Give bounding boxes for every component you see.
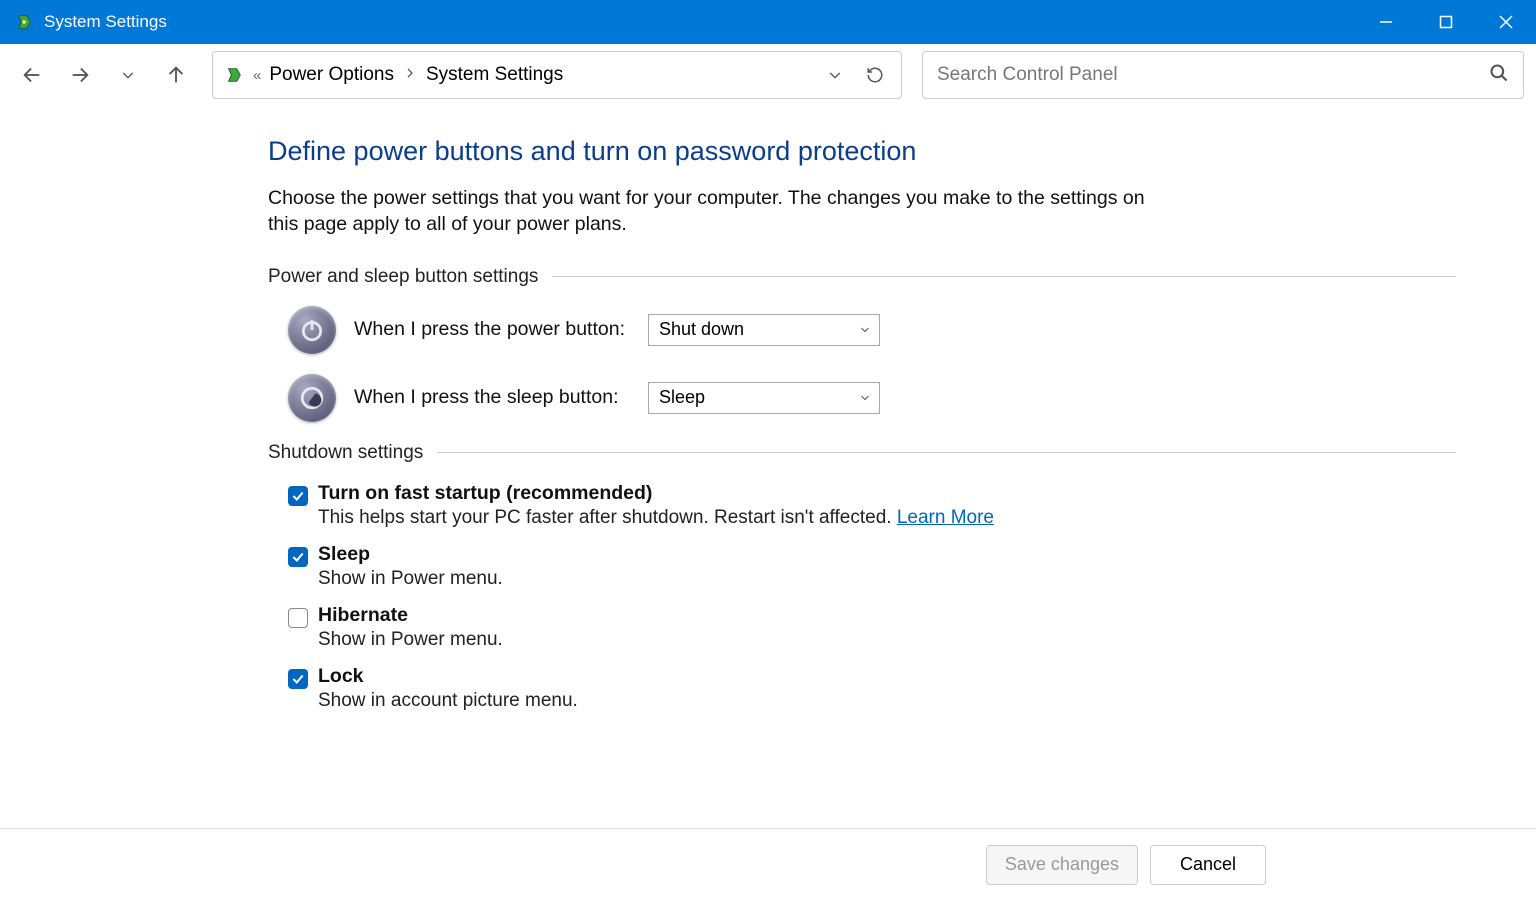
checkbox-content: LockShow in account picture menu. [318, 665, 578, 712]
window-title: System Settings [44, 12, 167, 32]
breadcrumb-current[interactable]: System Settings [426, 64, 563, 86]
section-header-buttons-label: Power and sleep button settings [268, 266, 552, 288]
page-title: Define power buttons and turn on passwor… [268, 136, 1456, 167]
footer: Save changes Cancel [0, 828, 1536, 900]
address-bar[interactable]: « Power Options System Settings [212, 51, 902, 99]
checkbox-description-text: Show in Power menu. [318, 629, 503, 650]
checkbox-content: SleepShow in Power menu. [318, 543, 503, 590]
checkbox-title: Hibernate [318, 604, 503, 627]
back-button[interactable] [12, 55, 52, 95]
refresh-button[interactable] [859, 59, 891, 91]
power-button-dropdown[interactable]: Shut down [648, 314, 880, 346]
shutdown-item: Turn on fast startup (recommended)This h… [288, 482, 1456, 529]
sleep-button-label: When I press the sleep button: [354, 386, 630, 409]
shutdown-item: SleepShow in Power menu. [288, 543, 1456, 590]
checkbox-description-text: Show in account picture menu. [318, 690, 578, 711]
shutdown-item: LockShow in account picture menu. [288, 665, 1456, 712]
address-history-button[interactable] [819, 59, 851, 91]
checkbox-description-text: Show in Power menu. [318, 568, 503, 589]
power-button-label: When I press the power button: [354, 318, 630, 341]
up-button[interactable] [156, 55, 196, 95]
checkbox[interactable] [288, 547, 308, 567]
nav-row: « Power Options System Settings [0, 44, 1536, 106]
checkbox-description: Show in account picture menu. [318, 690, 578, 712]
checkbox-description-text: This helps start your PC faster after sh… [318, 507, 897, 528]
recent-locations-button[interactable] [108, 55, 148, 95]
shutdown-item: HibernateShow in Power menu. [288, 604, 1456, 651]
breadcrumb-parent[interactable]: Power Options [269, 64, 394, 86]
content-area: Define power buttons and turn on passwor… [0, 106, 1536, 828]
checkbox-title: Lock [318, 665, 578, 688]
save-changes-button[interactable]: Save changes [986, 845, 1138, 885]
divider [552, 276, 1456, 277]
cancel-button[interactable]: Cancel [1150, 845, 1266, 885]
forward-button[interactable] [60, 55, 100, 95]
minimize-button[interactable] [1356, 0, 1416, 44]
checkbox-content: Turn on fast startup (recommended)This h… [318, 482, 994, 529]
chevron-down-icon [859, 319, 871, 340]
breadcrumb-ellipsis[interactable]: « [253, 67, 261, 84]
location-icon [223, 64, 245, 86]
search-icon[interactable] [1489, 63, 1509, 88]
sleep-button-value: Sleep [659, 387, 705, 408]
power-button-row: When I press the power button: Shut down [288, 306, 1456, 354]
titlebar: System Settings [0, 0, 1536, 44]
checkbox-description: This helps start your PC faster after sh… [318, 507, 994, 529]
section-header-buttons: Power and sleep button settings [268, 266, 1456, 288]
close-button[interactable] [1476, 0, 1536, 44]
divider [437, 452, 1456, 453]
search-box[interactable] [922, 51, 1524, 99]
checkbox[interactable] [288, 486, 308, 506]
learn-more-link[interactable]: Learn More [897, 507, 994, 528]
checkbox[interactable] [288, 669, 308, 689]
app-icon [14, 12, 34, 32]
section-header-shutdown: Shutdown settings [268, 442, 1456, 464]
cancel-label: Cancel [1180, 854, 1236, 875]
page-description: Choose the power settings that you want … [268, 185, 1168, 238]
checkbox-description: Show in Power menu. [318, 629, 503, 651]
sleep-button-dropdown[interactable]: Sleep [648, 382, 880, 414]
checkbox-title: Sleep [318, 543, 503, 566]
search-input[interactable] [937, 64, 1489, 86]
chevron-right-icon [404, 66, 416, 84]
sleep-button-row: When I press the sleep button: Sleep [288, 374, 1456, 422]
maximize-button[interactable] [1416, 0, 1476, 44]
checkbox-content: HibernateShow in Power menu. [318, 604, 503, 651]
save-changes-label: Save changes [1005, 854, 1119, 875]
sleep-icon [288, 374, 336, 422]
checkbox-description: Show in Power menu. [318, 568, 503, 590]
power-icon [288, 306, 336, 354]
checkbox-title: Turn on fast startup (recommended) [318, 482, 994, 505]
section-header-shutdown-label: Shutdown settings [268, 442, 437, 464]
power-button-value: Shut down [659, 319, 744, 340]
chevron-down-icon [859, 387, 871, 408]
checkbox[interactable] [288, 608, 308, 628]
